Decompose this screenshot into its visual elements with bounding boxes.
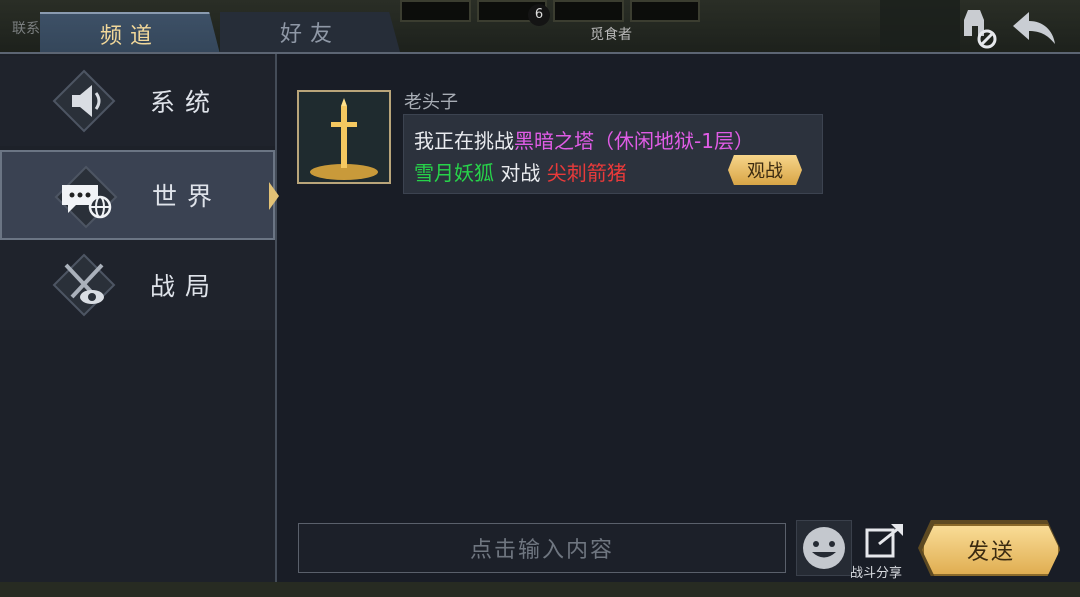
message-line-2: 雪月妖狐 对战 尖刺箭猪 bbox=[414, 157, 627, 186]
sidebar-item-battle[interactable]: 战局 bbox=[0, 240, 275, 330]
sender-name: 老头子 bbox=[404, 92, 458, 113]
message-line-1: 我正在挑战黑暗之塔（休闲地狱-1层） bbox=[414, 125, 754, 154]
tab-friends[interactable]: 好友 bbox=[220, 12, 400, 52]
background-player-name: 觅食者 bbox=[590, 27, 632, 43]
sidebar-item-label: 战局 bbox=[150, 272, 221, 301]
send-button[interactable]: 发送 bbox=[922, 524, 1060, 576]
sidebar-item-label: 世界 bbox=[152, 182, 223, 211]
back-arrow-icon bbox=[1013, 12, 1055, 44]
player-2-name: 尖刺箭猪 bbox=[546, 161, 627, 185]
helmet-mute-icon bbox=[964, 10, 997, 49]
chat-panel: 系统 世界 战局 老头子 我正在挑战黑暗之塔（休闲地狱-1层） 雪月妖狐 对战 … bbox=[0, 52, 1080, 584]
dungeon-name-link: 黑暗之塔（休闲地狱-1层） bbox=[514, 129, 754, 153]
sidebar-item-label: 系统 bbox=[150, 88, 221, 117]
background-cards bbox=[400, 0, 700, 22]
background-badge: 6 bbox=[528, 4, 550, 26]
background-emblem bbox=[880, 0, 960, 50]
mute-toggle-button[interactable] bbox=[952, 6, 1000, 50]
crossed-swords-eye-icon bbox=[52, 253, 116, 317]
message-input[interactable]: 点击输入内容 bbox=[298, 523, 786, 573]
sidebar-item-world[interactable]: 世界 bbox=[0, 150, 279, 240]
message-text: 我正在挑战 bbox=[414, 129, 514, 153]
share-label: 战斗分享 bbox=[850, 566, 903, 581]
megaphone-icon bbox=[52, 69, 116, 133]
watch-battle-button[interactable]: 观战 bbox=[728, 155, 802, 185]
sword-avatar-icon bbox=[299, 92, 389, 182]
sender-avatar[interactable] bbox=[297, 90, 391, 184]
background-left-text: 联系 bbox=[12, 21, 40, 37]
smiley-icon bbox=[803, 527, 845, 569]
bottom-background-strip bbox=[0, 582, 1080, 597]
share-icon bbox=[865, 524, 903, 558]
world-chat-icon bbox=[54, 165, 118, 229]
sidebar-item-system[interactable]: 系统 bbox=[0, 56, 275, 146]
back-button[interactable] bbox=[1010, 6, 1058, 50]
emoji-button[interactable] bbox=[796, 520, 852, 576]
versus-text: 对战 bbox=[494, 161, 547, 185]
channel-sidebar: 系统 世界 战局 bbox=[0, 54, 279, 584]
message-bubble: 我正在挑战黑暗之塔（休闲地狱-1层） 雪月妖狐 对战 尖刺箭猪 观战 bbox=[403, 114, 823, 194]
player-1-name: 雪月妖狐 bbox=[414, 161, 494, 185]
tab-channel[interactable]: 频道 bbox=[40, 12, 220, 54]
message-list: 老头子 我正在挑战黑暗之塔（休闲地狱-1层） 雪月妖狐 对战 尖刺箭猪 观战 bbox=[277, 54, 1080, 524]
